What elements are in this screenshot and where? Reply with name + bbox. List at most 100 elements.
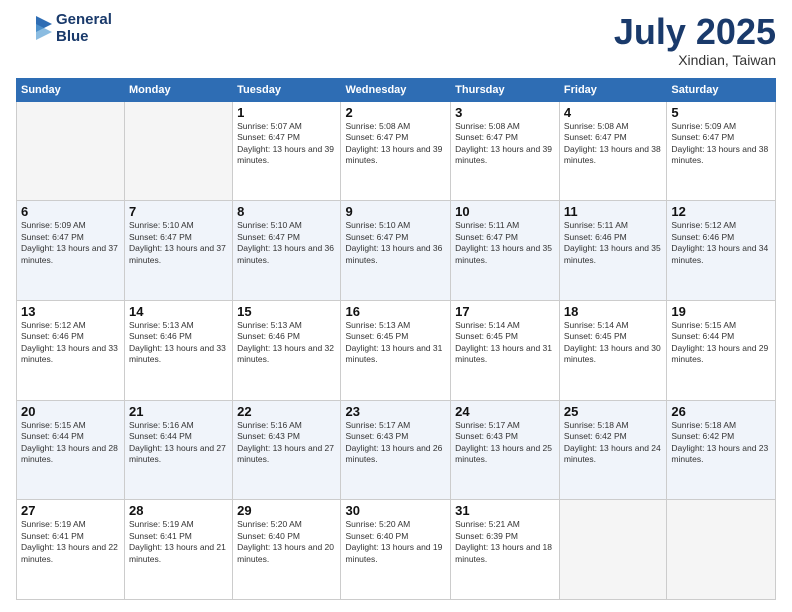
calendar: SundayMondayTuesdayWednesdayThursdayFrid… (16, 78, 776, 600)
calendar-header-saturday: Saturday (667, 78, 776, 101)
calendar-cell: 5Sunrise: 5:09 AMSunset: 6:47 PMDaylight… (667, 101, 776, 201)
calendar-header-monday: Monday (125, 78, 233, 101)
day-info: Sunrise: 5:13 AMSunset: 6:46 PMDaylight:… (237, 320, 336, 366)
calendar-cell: 30Sunrise: 5:20 AMSunset: 6:40 PMDayligh… (341, 500, 451, 600)
calendar-cell: 13Sunrise: 5:12 AMSunset: 6:46 PMDayligh… (17, 300, 125, 400)
day-info: Sunrise: 5:18 AMSunset: 6:42 PMDaylight:… (671, 420, 771, 466)
day-info: Sunrise: 5:08 AMSunset: 6:47 PMDaylight:… (345, 121, 446, 167)
day-info: Sunrise: 5:15 AMSunset: 6:44 PMDaylight:… (21, 420, 120, 466)
calendar-cell: 6Sunrise: 5:09 AMSunset: 6:47 PMDaylight… (17, 201, 125, 301)
day-number: 11 (564, 204, 662, 219)
day-number: 31 (455, 503, 555, 518)
day-number: 29 (237, 503, 336, 518)
calendar-cell: 26Sunrise: 5:18 AMSunset: 6:42 PMDayligh… (667, 400, 776, 500)
page: General Blue July 2025 Xindian, Taiwan S… (0, 0, 792, 612)
day-number: 16 (345, 304, 446, 319)
day-info: Sunrise: 5:14 AMSunset: 6:45 PMDaylight:… (564, 320, 662, 366)
day-number: 21 (129, 404, 228, 419)
calendar-cell (559, 500, 666, 600)
calendar-cell: 7Sunrise: 5:10 AMSunset: 6:47 PMDaylight… (125, 201, 233, 301)
day-number: 8 (237, 204, 336, 219)
day-info: Sunrise: 5:10 AMSunset: 6:47 PMDaylight:… (237, 220, 336, 266)
day-number: 7 (129, 204, 228, 219)
calendar-header-row: SundayMondayTuesdayWednesdayThursdayFrid… (17, 78, 776, 101)
calendar-cell: 28Sunrise: 5:19 AMSunset: 6:41 PMDayligh… (125, 500, 233, 600)
day-number: 15 (237, 304, 336, 319)
day-info: Sunrise: 5:08 AMSunset: 6:47 PMDaylight:… (564, 121, 662, 167)
day-number: 10 (455, 204, 555, 219)
day-info: Sunrise: 5:14 AMSunset: 6:45 PMDaylight:… (455, 320, 555, 366)
day-number: 3 (455, 105, 555, 120)
day-number: 30 (345, 503, 446, 518)
day-number: 27 (21, 503, 120, 518)
day-info: Sunrise: 5:12 AMSunset: 6:46 PMDaylight:… (671, 220, 771, 266)
day-info: Sunrise: 5:20 AMSunset: 6:40 PMDaylight:… (345, 519, 446, 565)
day-info: Sunrise: 5:19 AMSunset: 6:41 PMDaylight:… (129, 519, 228, 565)
calendar-cell: 18Sunrise: 5:14 AMSunset: 6:45 PMDayligh… (559, 300, 666, 400)
day-info: Sunrise: 5:18 AMSunset: 6:42 PMDaylight:… (564, 420, 662, 466)
day-info: Sunrise: 5:19 AMSunset: 6:41 PMDaylight:… (21, 519, 120, 565)
calendar-cell: 31Sunrise: 5:21 AMSunset: 6:39 PMDayligh… (451, 500, 560, 600)
calendar-cell (667, 500, 776, 600)
day-info: Sunrise: 5:11 AMSunset: 6:47 PMDaylight:… (455, 220, 555, 266)
day-number: 13 (21, 304, 120, 319)
calendar-cell: 3Sunrise: 5:08 AMSunset: 6:47 PMDaylight… (451, 101, 560, 201)
day-number: 20 (21, 404, 120, 419)
calendar-cell: 4Sunrise: 5:08 AMSunset: 6:47 PMDaylight… (559, 101, 666, 201)
calendar-cell: 22Sunrise: 5:16 AMSunset: 6:43 PMDayligh… (233, 400, 341, 500)
day-number: 18 (564, 304, 662, 319)
day-info: Sunrise: 5:10 AMSunset: 6:47 PMDaylight:… (129, 220, 228, 266)
day-number: 22 (237, 404, 336, 419)
calendar-cell: 17Sunrise: 5:14 AMSunset: 6:45 PMDayligh… (451, 300, 560, 400)
day-number: 14 (129, 304, 228, 319)
calendar-cell: 29Sunrise: 5:20 AMSunset: 6:40 PMDayligh… (233, 500, 341, 600)
day-info: Sunrise: 5:13 AMSunset: 6:45 PMDaylight:… (345, 320, 446, 366)
day-number: 17 (455, 304, 555, 319)
day-number: 25 (564, 404, 662, 419)
calendar-cell: 12Sunrise: 5:12 AMSunset: 6:46 PMDayligh… (667, 201, 776, 301)
calendar-header-sunday: Sunday (17, 78, 125, 101)
header: General Blue July 2025 Xindian, Taiwan (16, 12, 776, 68)
day-number: 9 (345, 204, 446, 219)
day-number: 1 (237, 105, 336, 120)
day-info: Sunrise: 5:21 AMSunset: 6:39 PMDaylight:… (455, 519, 555, 565)
calendar-cell: 2Sunrise: 5:08 AMSunset: 6:47 PMDaylight… (341, 101, 451, 201)
calendar-cell: 11Sunrise: 5:11 AMSunset: 6:46 PMDayligh… (559, 201, 666, 301)
day-number: 2 (345, 105, 446, 120)
calendar-week-1: 1Sunrise: 5:07 AMSunset: 6:47 PMDaylight… (17, 101, 776, 201)
day-number: 4 (564, 105, 662, 120)
title-block: July 2025 Xindian, Taiwan (614, 12, 776, 68)
calendar-cell: 8Sunrise: 5:10 AMSunset: 6:47 PMDaylight… (233, 201, 341, 301)
calendar-week-5: 27Sunrise: 5:19 AMSunset: 6:41 PMDayligh… (17, 500, 776, 600)
calendar-cell: 15Sunrise: 5:13 AMSunset: 6:46 PMDayligh… (233, 300, 341, 400)
calendar-cell: 10Sunrise: 5:11 AMSunset: 6:47 PMDayligh… (451, 201, 560, 301)
calendar-header-wednesday: Wednesday (341, 78, 451, 101)
calendar-cell: 16Sunrise: 5:13 AMSunset: 6:45 PMDayligh… (341, 300, 451, 400)
calendar-cell: 27Sunrise: 5:19 AMSunset: 6:41 PMDayligh… (17, 500, 125, 600)
day-number: 19 (671, 304, 771, 319)
calendar-cell: 14Sunrise: 5:13 AMSunset: 6:46 PMDayligh… (125, 300, 233, 400)
calendar-cell: 9Sunrise: 5:10 AMSunset: 6:47 PMDaylight… (341, 201, 451, 301)
calendar-cell: 24Sunrise: 5:17 AMSunset: 6:43 PMDayligh… (451, 400, 560, 500)
day-info: Sunrise: 5:16 AMSunset: 6:44 PMDaylight:… (129, 420, 228, 466)
logo: General Blue (16, 12, 112, 45)
day-info: Sunrise: 5:08 AMSunset: 6:47 PMDaylight:… (455, 121, 555, 167)
day-info: Sunrise: 5:10 AMSunset: 6:47 PMDaylight:… (345, 220, 446, 266)
calendar-cell: 19Sunrise: 5:15 AMSunset: 6:44 PMDayligh… (667, 300, 776, 400)
logo-text: General Blue (56, 12, 112, 45)
day-info: Sunrise: 5:16 AMSunset: 6:43 PMDaylight:… (237, 420, 336, 466)
calendar-cell: 23Sunrise: 5:17 AMSunset: 6:43 PMDayligh… (341, 400, 451, 500)
day-info: Sunrise: 5:17 AMSunset: 6:43 PMDaylight:… (455, 420, 555, 466)
calendar-header-friday: Friday (559, 78, 666, 101)
calendar-week-2: 6Sunrise: 5:09 AMSunset: 6:47 PMDaylight… (17, 201, 776, 301)
day-number: 5 (671, 105, 771, 120)
day-info: Sunrise: 5:17 AMSunset: 6:43 PMDaylight:… (345, 420, 446, 466)
day-number: 6 (21, 204, 120, 219)
subtitle: Xindian, Taiwan (614, 52, 776, 68)
month-title: July 2025 (614, 12, 776, 52)
calendar-cell: 21Sunrise: 5:16 AMSunset: 6:44 PMDayligh… (125, 400, 233, 500)
day-info: Sunrise: 5:20 AMSunset: 6:40 PMDaylight:… (237, 519, 336, 565)
calendar-week-4: 20Sunrise: 5:15 AMSunset: 6:44 PMDayligh… (17, 400, 776, 500)
calendar-cell: 1Sunrise: 5:07 AMSunset: 6:47 PMDaylight… (233, 101, 341, 201)
day-number: 26 (671, 404, 771, 419)
